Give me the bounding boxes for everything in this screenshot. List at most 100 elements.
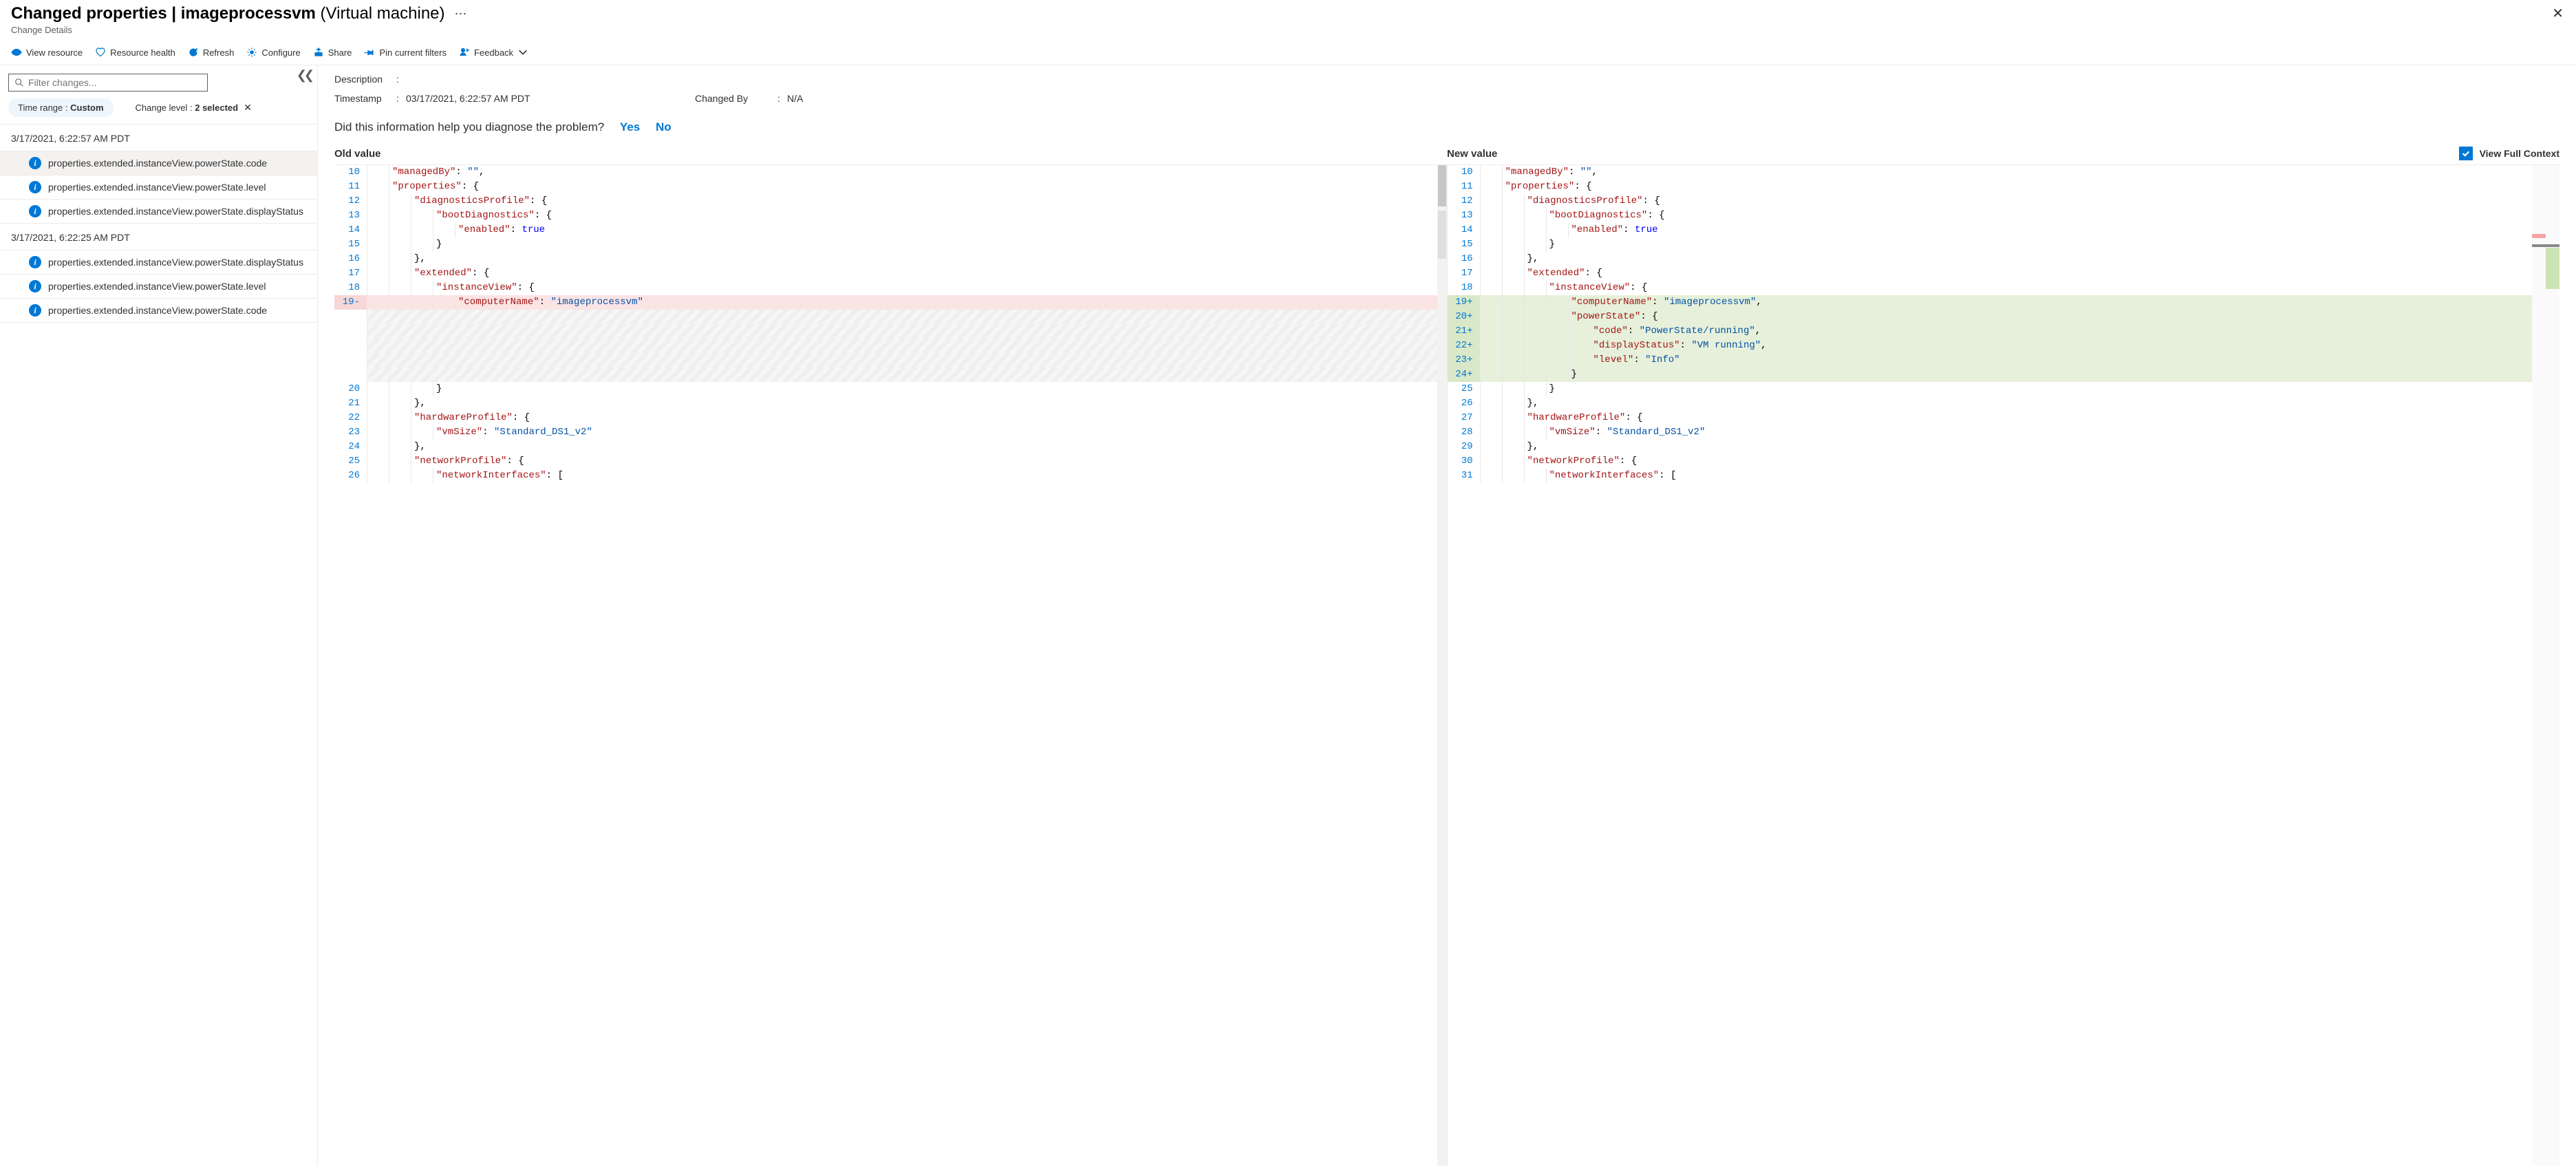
line-number: 14	[334, 223, 367, 237]
close-icon[interactable]: ✕	[2552, 7, 2564, 21]
diff-line: 21+"code": "PowerState/running",	[1448, 324, 2560, 339]
info-icon: i	[29, 157, 41, 169]
diff-line: 12"diagnosticsProfile": {	[334, 194, 1447, 209]
line-number: 17	[334, 266, 367, 281]
scrollbar[interactable]	[1437, 165, 1447, 1166]
diff-line: 18"instanceView": {	[1448, 281, 2560, 295]
diff-line: 26},	[1448, 396, 2560, 411]
change-level-pill[interactable]: Change level : 2 selected✕	[126, 98, 261, 117]
line-number: 19-	[334, 295, 367, 310]
feedback-no-link[interactable]: No	[656, 120, 672, 133]
changes-sidebar: ❮❮ Time range : Custom Change level : 2 …	[0, 65, 318, 1166]
heart-icon	[95, 47, 106, 58]
line-number	[334, 310, 367, 324]
change-item[interactable]: iproperties.extended.instanceView.powerS…	[0, 275, 317, 299]
line-number	[334, 339, 367, 353]
change-group-header: 3/17/2021, 6:22:57 AM PDT	[0, 125, 317, 151]
line-number: 24	[334, 440, 367, 454]
change-item-label: properties.extended.instanceView.powerSt…	[48, 281, 266, 292]
clear-pill-icon[interactable]: ✕	[244, 102, 252, 114]
feedback-button[interactable]: Feedback	[459, 47, 528, 58]
diff-line	[334, 324, 1447, 339]
resource-health-button[interactable]: Resource health	[95, 47, 175, 58]
filter-input-wrap[interactable]	[8, 74, 208, 92]
more-menu-button[interactable]: ⋯	[455, 7, 467, 21]
diff-line: 17"extended": {	[334, 266, 1447, 281]
person-icon	[459, 47, 470, 58]
diff-line: 17"extended": {	[1448, 266, 2560, 281]
change-item[interactable]: i properties.extended.instanceView.powerS…	[0, 151, 317, 175]
line-number: 16	[334, 252, 367, 266]
line-number: 15	[334, 237, 367, 252]
line-number: 20	[334, 382, 367, 396]
eye-icon	[11, 47, 22, 58]
line-number: 11	[1448, 180, 1481, 194]
line-number: 10	[1448, 165, 1481, 180]
pin-button[interactable]: Pin current filters	[364, 47, 447, 58]
full-context-checkbox[interactable]	[2459, 147, 2473, 160]
diff-line: 27"hardwareProfile": {	[1448, 411, 2560, 425]
filter-changes-input[interactable]	[28, 77, 202, 88]
line-number: 11	[334, 180, 367, 194]
refresh-button[interactable]: Refresh	[188, 47, 235, 58]
line-number: 14	[1448, 223, 1481, 237]
share-icon	[313, 47, 324, 58]
breadcrumb: Change Details	[11, 25, 2565, 35]
change-item-label: properties.extended.instanceView.powerSt…	[48, 206, 303, 217]
info-icon: i	[29, 304, 41, 317]
minimap[interactable]	[2532, 165, 2559, 1166]
configure-button[interactable]: Configure	[246, 47, 300, 58]
diff-line: 13"bootDiagnostics": {	[1448, 209, 2560, 223]
time-range-pill[interactable]: Time range : Custom	[8, 98, 114, 117]
change-item-label: properties.extended.instanceView.powerSt…	[48, 257, 303, 268]
feedback-yes-link[interactable]: Yes	[620, 120, 640, 133]
view-resource-button[interactable]: View resource	[11, 47, 83, 58]
diff-line: 28"vmSize": "Standard_DS1_v2"	[1448, 425, 2560, 440]
page-title: Changed properties | imageprocessvm (Vir…	[11, 4, 445, 23]
change-item[interactable]: i properties.extended.instanceView.powerS…	[0, 200, 317, 224]
line-number	[334, 367, 367, 382]
share-button[interactable]: Share	[313, 47, 352, 58]
new-value-pane[interactable]: 10"managedBy": "",11"properties": {12"di…	[1448, 165, 2560, 1166]
change-details-pane: Description : Timestamp : 03/17/2021, 6:…	[318, 65, 2576, 1166]
timestamp-label: Timestamp	[334, 93, 396, 104]
diff-line: 24+}	[1448, 367, 2560, 382]
change-group-header: 3/17/2021, 6:22:25 AM PDT	[0, 224, 317, 250]
change-item-label: properties.extended.instanceView.powerSt…	[48, 182, 266, 193]
line-number	[334, 324, 367, 339]
line-number: 18	[334, 281, 367, 295]
diff-line: 31"networkInterfaces": [	[1448, 469, 2560, 483]
line-number: 26	[1448, 396, 1481, 411]
line-number: 20+	[1448, 310, 1481, 324]
old-value-header: Old value	[334, 148, 1447, 164]
timestamp-value: 03/17/2021, 6:22:57 AM PDT	[406, 93, 695, 104]
line-number: 30	[1448, 454, 1481, 469]
change-item[interactable]: i properties.extended.instanceView.powerS…	[0, 299, 317, 323]
diff-line: 13"bootDiagnostics": {	[334, 209, 1447, 223]
changed-by-value: N/A	[787, 93, 2559, 104]
diff-line: 21},	[334, 396, 1447, 411]
page-header: Changed properties | imageprocessvm (Vir…	[0, 0, 2576, 39]
description-value	[406, 74, 695, 85]
diff-line: 23"vmSize": "Standard_DS1_v2"	[334, 425, 1447, 440]
line-number	[334, 353, 367, 367]
diff-line: 15}	[1448, 237, 2560, 252]
change-item[interactable]: i properties.extended.instanceView.powerS…	[0, 175, 317, 200]
change-item[interactable]: iproperties.extended.instanceView.powerS…	[0, 250, 317, 275]
old-value-pane[interactable]: 10"managedBy": "",11"properties": {12"di…	[334, 165, 1448, 1166]
info-icon: i	[29, 181, 41, 193]
info-icon: i	[29, 205, 41, 217]
diff-line: 22+"displayStatus": "VM running",	[1448, 339, 2560, 353]
line-number: 16	[1448, 252, 1481, 266]
feedback-question: Did this information help you diagnose t…	[334, 120, 604, 133]
diff-line: 20}	[334, 382, 1447, 396]
line-number: 24+	[1448, 367, 1481, 382]
change-item-label: properties.extended.instanceView.powerSt…	[48, 158, 267, 169]
line-number: 25	[1448, 382, 1481, 396]
line-number: 15	[1448, 237, 1481, 252]
line-number: 13	[1448, 209, 1481, 223]
line-number: 27	[1448, 411, 1481, 425]
collapse-sidebar-button[interactable]: ❮❮	[297, 68, 312, 83]
line-number: 22	[334, 411, 367, 425]
change-item-label: properties.extended.instanceView.powerSt…	[48, 305, 267, 316]
